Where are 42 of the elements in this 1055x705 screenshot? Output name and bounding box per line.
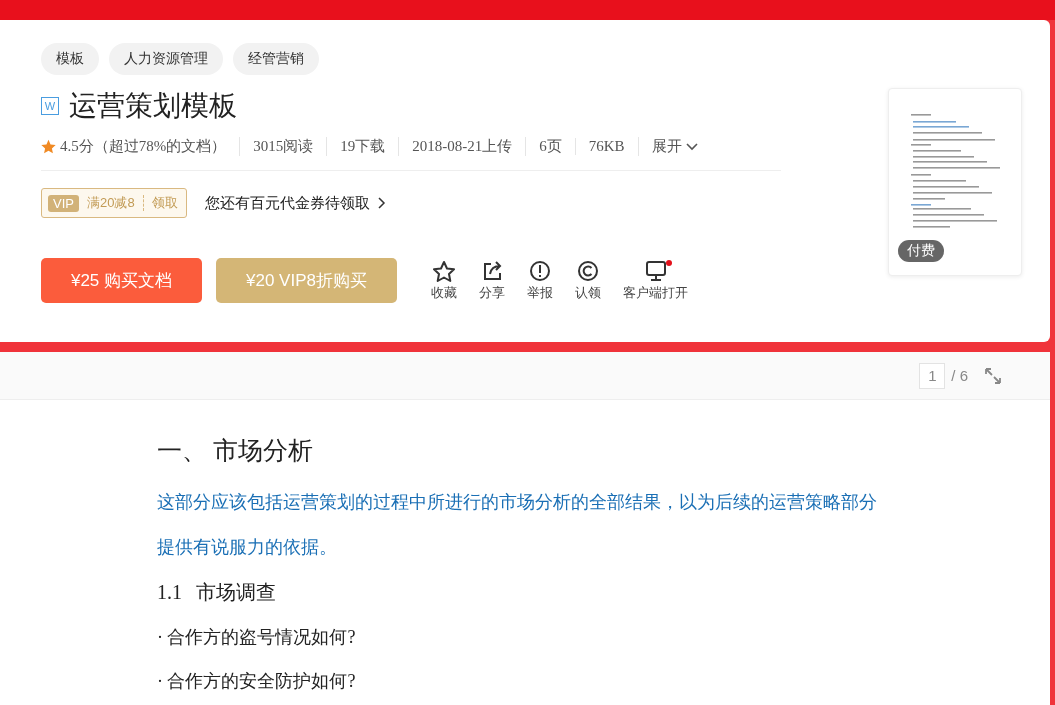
chevron-right-icon	[377, 197, 386, 209]
meta-info: 6页	[525, 137, 575, 156]
star-icon	[433, 259, 455, 282]
paragraph-line: 提供有说服力的依据。	[157, 536, 338, 559]
paid-badge: 付费	[898, 240, 944, 262]
claim-action[interactable]: 认领	[575, 259, 601, 302]
share-icon	[481, 259, 503, 282]
section-heading: 一、 市场分析	[157, 436, 315, 466]
meta-info: 76KB	[574, 138, 638, 155]
star-icon	[41, 139, 56, 154]
rating-text: 4.5分（超过78%的文档）	[60, 137, 227, 156]
star-action[interactable]: 收藏	[431, 259, 457, 302]
page-number-field[interactable]: 1	[919, 362, 946, 389]
exclamation-icon	[529, 259, 551, 282]
meta-info: 2018-08-21上传	[398, 137, 526, 156]
document-title: 运营策划模板	[69, 89, 237, 123]
client-action[interactable]: 客户端打开	[623, 259, 688, 302]
copyright-icon	[577, 259, 599, 282]
claim-label: 领取	[151, 194, 178, 212]
report-action[interactable]: 举报	[527, 259, 553, 302]
chevron-down-icon	[685, 142, 698, 151]
expand-link[interactable]: 展开	[637, 137, 711, 156]
paragraph-line: 这部分应该包括运营策划的过程中所进行的市场分析的全部结果，以为后续的运营策略部分	[157, 491, 878, 514]
meta-info: 19下载	[326, 137, 399, 156]
vip-label: VIP	[48, 194, 79, 212]
tag-chip[interactable]: 经管营销	[233, 43, 319, 75]
page-total: / 6	[951, 367, 968, 384]
page-thumbnail[interactable]: 付费	[888, 88, 1022, 276]
meta-info: 3015阅读	[239, 137, 327, 156]
list-item: · 合作方的安全防护如何?	[157, 670, 357, 693]
subsection-heading: 市场调查	[196, 580, 276, 605]
monitor-icon	[644, 259, 667, 282]
word-file-icon: W	[41, 97, 59, 115]
share-action[interactable]: 分享	[479, 259, 505, 302]
tag-chip[interactable]: 模板	[41, 43, 99, 75]
voucher-link[interactable]: 您还有百元代金券待领取	[204, 193, 386, 213]
coupon-offer: 满20减8	[86, 194, 135, 212]
tag-chip[interactable]: 人力资源管理	[109, 43, 223, 75]
list-item: · 合作方的盗号情况如何?	[157, 626, 357, 649]
notification-dot	[666, 259, 672, 266]
fullscreen-icon[interactable]	[984, 366, 1002, 385]
section-number: 1.1	[157, 580, 182, 605]
